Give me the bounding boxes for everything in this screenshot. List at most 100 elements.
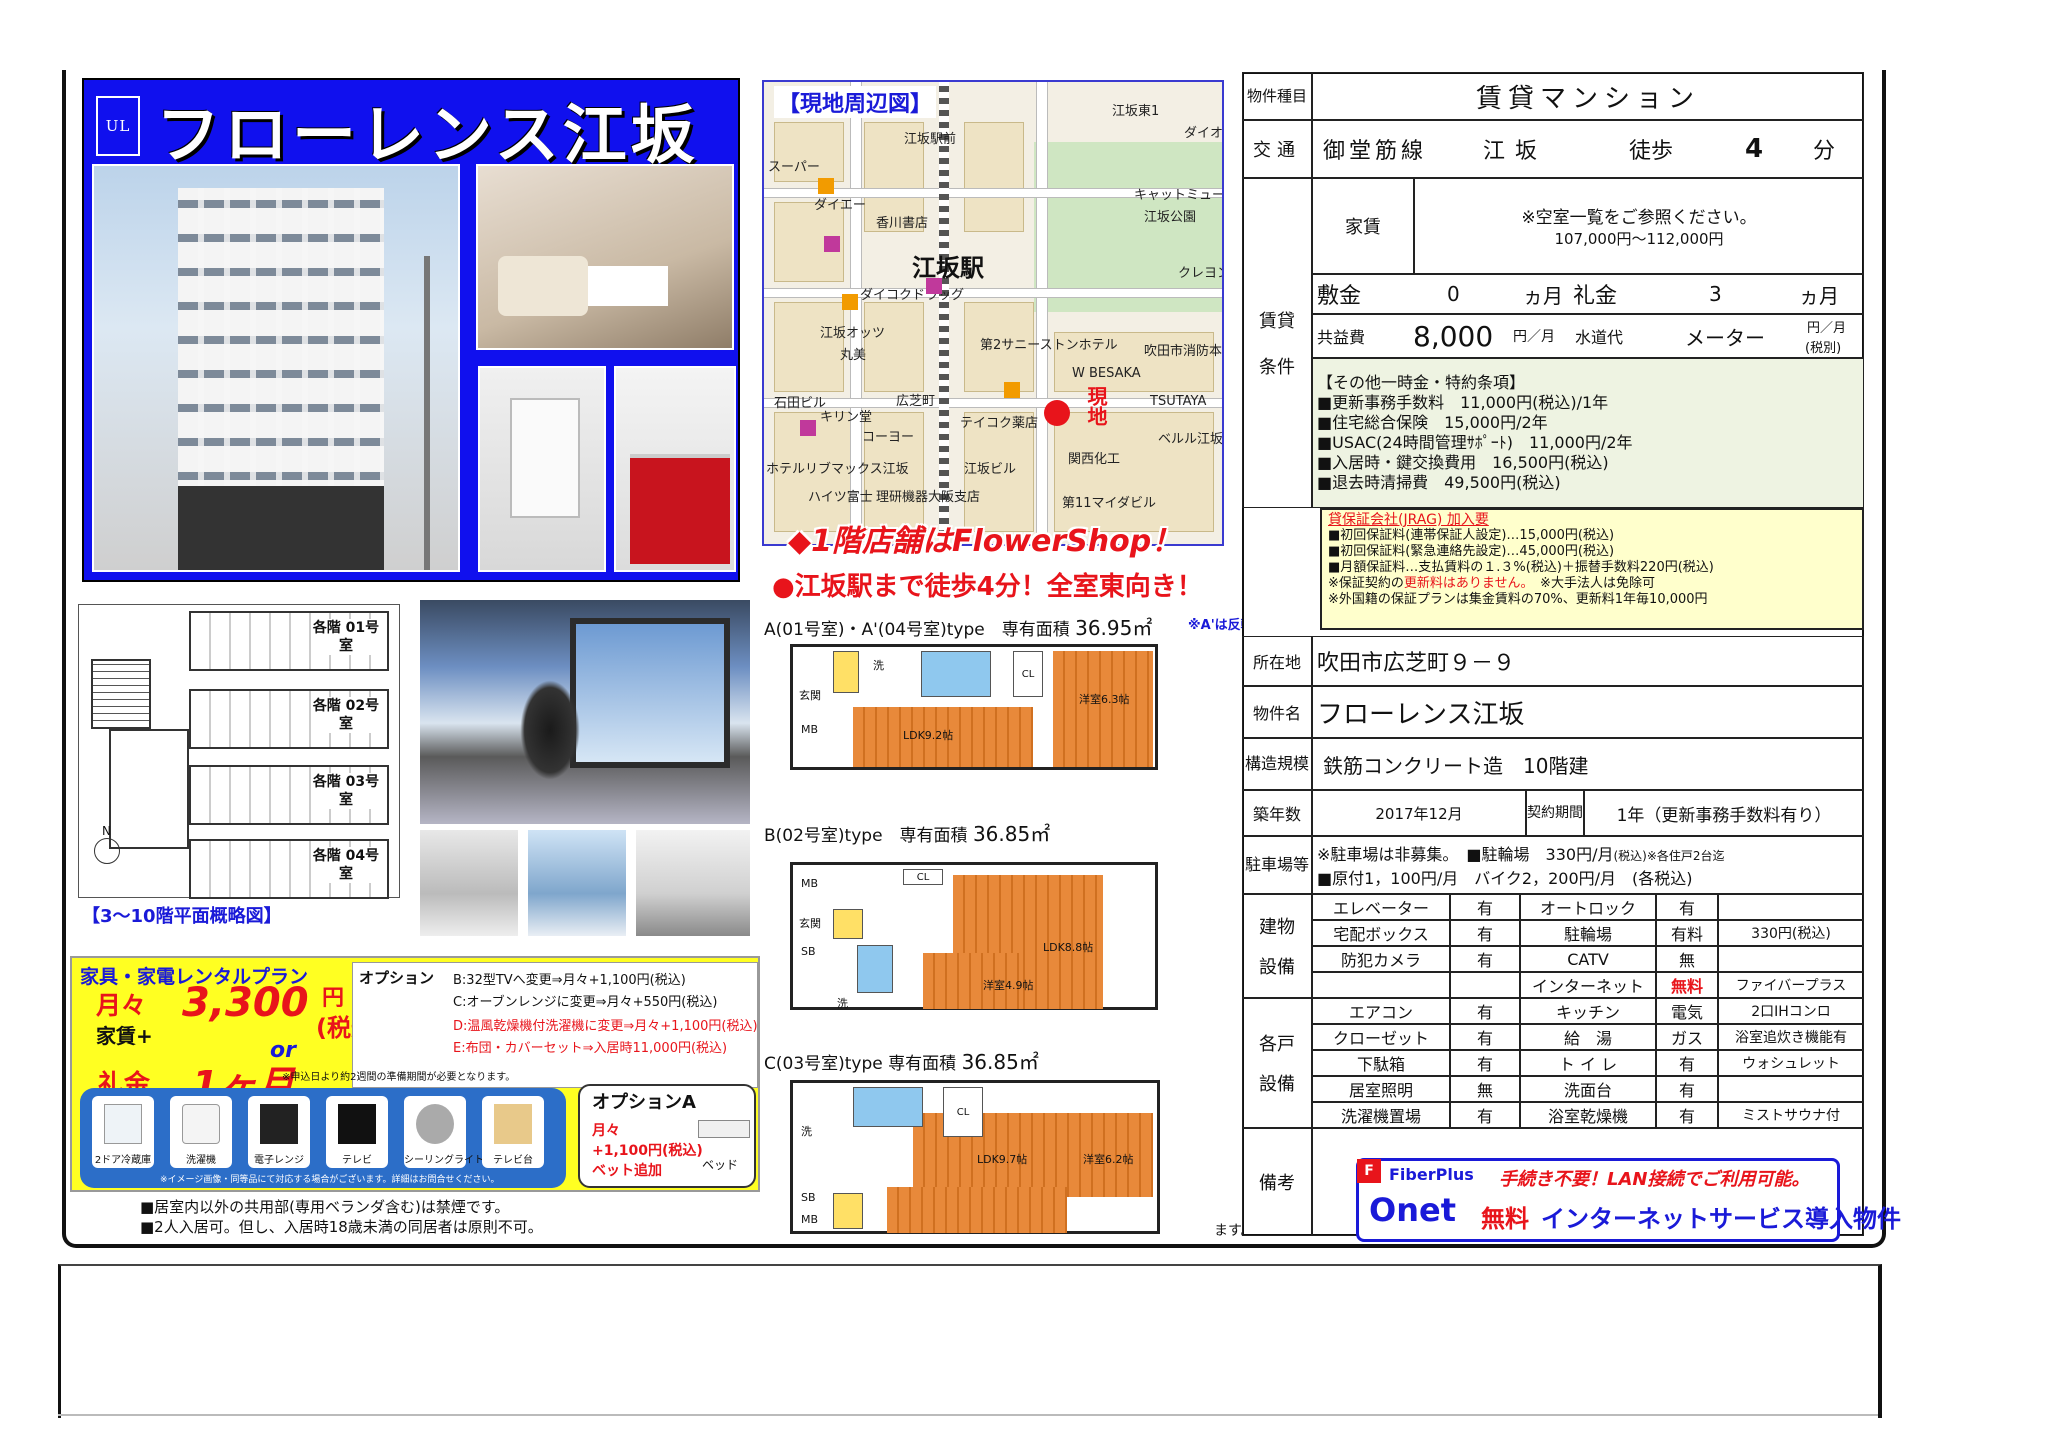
- facility-cell: [1718, 894, 1864, 920]
- map-label: ハイツ富士: [808, 490, 873, 505]
- option-a-title: オプションA: [592, 1092, 696, 1113]
- unit-label-2: 設備: [1259, 1074, 1295, 1095]
- appliance-label: テレビ: [342, 1155, 372, 1166]
- line-name: 御堂筋線: [1323, 139, 1428, 164]
- tv-icon: [338, 1104, 376, 1144]
- guarantee-foreign: ※外国籍の保証プランは集金賃料の70%、更新料1年毎10,000円: [1328, 592, 1708, 607]
- lease-label-1: 賃貸: [1259, 311, 1295, 332]
- option-a-line: ベット追加: [592, 1163, 662, 1179]
- parking-line: ※駐車場は非募集。 ■駐輪場 330円/月: [1317, 845, 1614, 864]
- room-label: MB: [801, 877, 819, 890]
- fiberplus-slogan: 手続き不要！LAN接続でご利用可能。: [1499, 1169, 1810, 1190]
- map-label: ホテルリブマックス江坂: [766, 462, 909, 477]
- guarantee-item: ■月額保証料…支払賃料の１.３%(税込)＋振替手数料220円(税込): [1328, 560, 1714, 575]
- map-label: クレヨン: [1178, 266, 1222, 281]
- rental-amount: 3,300: [182, 980, 309, 1026]
- deposit-value: 0: [1447, 282, 1460, 306]
- facility-cell: 2口IHコンロ: [1718, 998, 1864, 1024]
- lease-label: 賃貸 条件: [1242, 178, 1312, 508]
- store-icon: [842, 294, 858, 310]
- bed-label: ベッド: [702, 1158, 739, 1172]
- map-title: 【現地周辺図】: [774, 86, 937, 118]
- built-value: 2017年12月: [1312, 790, 1526, 836]
- facility-cell: CATV: [1520, 946, 1656, 972]
- bldg-label-1: 建物: [1259, 917, 1295, 938]
- area-map: 【現地周辺図】 江坂駅前 スーパー ダイエー 香川書店 ダイコクドラッグ 江坂オ…: [762, 80, 1224, 546]
- walk-minutes: 4: [1745, 134, 1764, 164]
- facility-cell: 無: [1656, 946, 1718, 972]
- address-label: 所在地: [1242, 636, 1312, 686]
- facility-cell: キッチン: [1520, 998, 1656, 1024]
- plan-caption-text: A(01号室)・A'(04号室)type 専有面積: [764, 620, 1070, 640]
- facility-cell: 有料: [1656, 920, 1718, 946]
- bldg-label-2: 設備: [1259, 957, 1295, 978]
- map-label: 関西化工: [1068, 452, 1121, 467]
- ceiling-light-icon: [416, 1104, 454, 1144]
- rent-note: ※空室一覧をご参照ください。: [1521, 208, 1757, 228]
- ul-logo: UL: [96, 96, 140, 156]
- facility-cell: オートロック: [1520, 894, 1656, 920]
- overview-caption: 【3～10階平面概略図】: [82, 906, 282, 927]
- facility-cell: 浴室乾燥機: [1520, 1102, 1656, 1128]
- facility-cell: インターネット: [1520, 972, 1656, 998]
- fiberplus-logo-icon: F: [1357, 1159, 1381, 1183]
- rental-plus: 家賃+: [96, 1024, 153, 1048]
- floor-plan-c: CL LDK9.7帖 洋室6.2帖 洗 SB MB: [790, 1080, 1160, 1234]
- bottom-divider: [58, 1414, 1878, 1416]
- facility-cell: 330円(税込): [1718, 920, 1864, 946]
- water-label: 水道代: [1575, 328, 1624, 347]
- onet-logo: Onet: [1369, 1191, 1456, 1229]
- station-label: 江坂駅: [912, 254, 984, 282]
- room-label: 玄関: [799, 689, 821, 702]
- facility-cell: 居室照明: [1312, 1076, 1450, 1102]
- free-label: 無料: [1481, 1205, 1529, 1233]
- tv-stand-icon: [494, 1104, 532, 1144]
- map-label: 江坂オッツ: [820, 326, 886, 341]
- facility-cell: ウォシュレット: [1718, 1050, 1864, 1076]
- map-label: TSUTAYA: [1150, 394, 1207, 409]
- facility-cell: 電気: [1656, 998, 1718, 1024]
- apply-note: ※申込日より約2週間の準備期間が必要となります。: [282, 1072, 516, 1083]
- facility-cell: 無: [1450, 1076, 1520, 1102]
- plan-area: 36.85㎡: [961, 1050, 1039, 1074]
- map-label: コーヨー: [862, 430, 915, 445]
- option-item: E:布団・カバーセット⇒入居時11,000円(税込): [453, 1041, 728, 1056]
- parking-line: ■原付1，100円/月 バイク2，200円/月 (各税込): [1317, 869, 1693, 888]
- key-money-unit: ヵ月: [1799, 283, 1839, 308]
- facility-cell: 有: [1450, 946, 1520, 972]
- remarks-label: 備考: [1242, 1128, 1312, 1236]
- parking-line-small: (税込)※各住戸2台迄: [1613, 849, 1725, 863]
- unit-tag: 各階 04号室: [311, 847, 381, 883]
- structure-value: 鉄筋コンクリート造 10階建: [1312, 738, 1864, 790]
- common-fee-row: 共益費 8,000 円／月 水道代 メーター 円／月 (税別): [1312, 314, 1864, 358]
- other-fee-item: ■住宅総合保険 15,000円/2年: [1317, 413, 1548, 432]
- appliance-label: シーリングライト: [404, 1155, 484, 1166]
- traffic-label: 交通: [1242, 120, 1312, 178]
- facility-cell: [1312, 972, 1450, 998]
- flowershop-note: ◆1階店舗はFlowerShop！: [788, 524, 1182, 559]
- map-label: 石田ビル: [774, 396, 827, 411]
- term-value: 1年（更新事務手数料有り）: [1584, 790, 1864, 836]
- facility-cell: [1718, 946, 1864, 972]
- room-label: 洋室6.3帖: [1079, 693, 1130, 706]
- facility-cell: 有: [1450, 894, 1520, 920]
- option-a-line: +1,100円(税込): [592, 1143, 703, 1159]
- deposit-row: 敷金 0 ヵ月 礼金 3 ヵ月: [1312, 274, 1864, 314]
- station-name: 江坂: [1483, 139, 1548, 164]
- facility-cell: 洗濯機置場: [1312, 1102, 1450, 1128]
- facility-cell: 下駄箱: [1312, 1050, 1450, 1076]
- guarantee-title: 貸保証会社(JRAG) 加入要: [1328, 512, 1489, 528]
- room-label: SB: [801, 945, 816, 958]
- rule-line: ■2人入居可。但し、入居時18歳未満の同居者は原則不可。: [140, 1218, 543, 1236]
- map-label: 江坂東1: [1112, 104, 1160, 119]
- store-icon: [800, 420, 816, 436]
- closet-label: CL: [903, 869, 943, 885]
- interior-photo: [418, 598, 752, 826]
- bed-icon: [698, 1120, 750, 1138]
- north-label: N: [102, 824, 111, 838]
- option-a: オプションA 月々 +1,100円(税込) ベット追加 ベッド: [578, 1084, 756, 1188]
- other-fees: 【その他一時金・特約条項】 ■更新事務手数料 11,000円(税込)/1年 ■住…: [1312, 358, 1864, 508]
- property-title: フローレンス江坂: [156, 99, 699, 173]
- type-value: 賃貸マンション: [1312, 72, 1864, 120]
- facility-cell: [1450, 972, 1520, 998]
